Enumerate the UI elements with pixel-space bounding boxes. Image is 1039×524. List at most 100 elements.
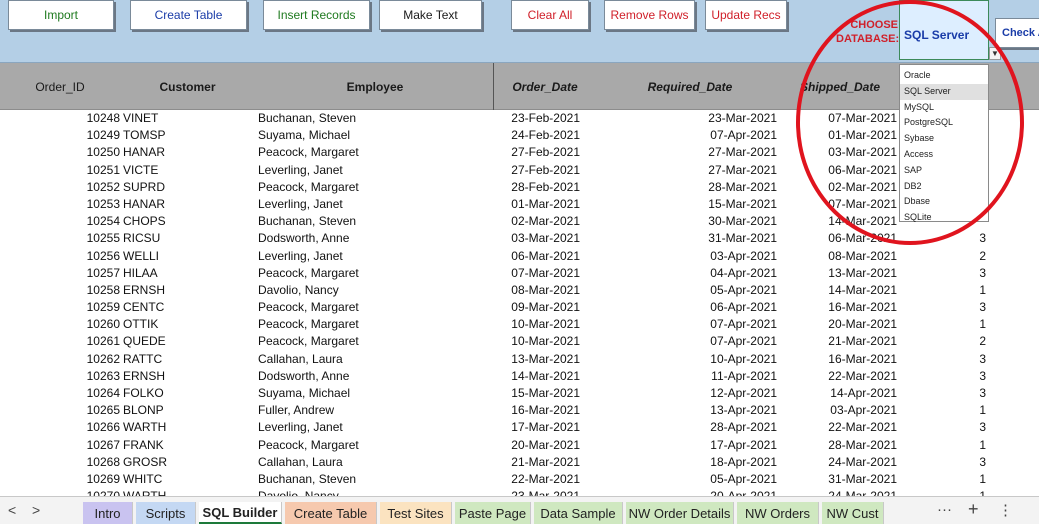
order-id-cell[interactable]: 10266 xyxy=(60,419,120,436)
ship-via-cell[interactable]: 3 xyxy=(940,454,986,471)
order-date-cell[interactable]: 23-Feb-2021 xyxy=(494,110,580,127)
customer-cell[interactable]: OTTIK xyxy=(123,316,203,333)
more-tabs-icon[interactable]: ··· xyxy=(937,501,952,518)
required-date-cell[interactable]: 15-Mar-2021 xyxy=(680,196,777,213)
ship-via-cell[interactable]: 1 xyxy=(940,282,986,299)
db-option[interactable]: Access xyxy=(900,147,988,163)
shipped-date-cell[interactable]: 22-Mar-2021 xyxy=(800,368,897,385)
required-date-cell[interactable]: 12-Apr-2021 xyxy=(680,385,777,402)
shipped-date-cell[interactable]: 13-Mar-2021 xyxy=(800,265,897,282)
ship-via-cell[interactable]: 3 xyxy=(940,419,986,436)
tab-scroll-right-icon[interactable]: > xyxy=(32,502,40,518)
employee-cell[interactable]: Buchanan, Steven xyxy=(258,471,458,488)
order-id-cell[interactable]: 10252 xyxy=(60,179,120,196)
employee-cell[interactable]: Peacock, Margaret xyxy=(258,437,458,454)
employee-cell[interactable]: Peacock, Margaret xyxy=(258,299,458,316)
order-date-cell[interactable]: 02-Mar-2021 xyxy=(494,213,580,230)
customer-cell[interactable]: WARTH xyxy=(123,419,203,436)
db-option[interactable]: SQLite xyxy=(900,210,988,226)
employee-cell[interactable]: Peacock, Margaret xyxy=(258,265,458,282)
shipped-date-cell[interactable]: 21-Mar-2021 xyxy=(800,333,897,350)
order-id-cell[interactable]: 10267 xyxy=(60,437,120,454)
required-date-cell[interactable]: 28-Mar-2021 xyxy=(680,179,777,196)
sheet-menu-icon[interactable]: ⋮ xyxy=(998,501,1013,519)
customer-cell[interactable]: WELLI xyxy=(123,248,203,265)
customer-cell[interactable]: CHOPS xyxy=(123,213,203,230)
ship-via-cell[interactable]: 2 xyxy=(940,248,986,265)
order-id-cell[interactable]: 10268 xyxy=(60,454,120,471)
sheet-tab[interactable]: Data Sample xyxy=(534,502,623,524)
dropdown-arrow-icon[interactable]: ▼ xyxy=(989,47,1001,60)
required-date-cell[interactable]: 05-Apr-2021 xyxy=(680,282,777,299)
shipped-date-cell[interactable]: 22-Mar-2021 xyxy=(800,419,897,436)
ship-via-cell[interactable]: 1 xyxy=(940,437,986,454)
employee-cell[interactable]: Peacock, Margaret xyxy=(258,144,458,161)
required-date-cell[interactable]: 03-Apr-2021 xyxy=(680,248,777,265)
shipped-date-cell[interactable]: 03-Apr-2021 xyxy=(800,402,897,419)
ship-via-cell[interactable]: 2 xyxy=(940,333,986,350)
order-date-cell[interactable]: 28-Feb-2021 xyxy=(494,179,580,196)
create-table-button[interactable]: Create Table xyxy=(130,0,247,30)
header-order-date[interactable]: Order_Date xyxy=(500,63,590,110)
employee-cell[interactable]: Peacock, Margaret xyxy=(258,179,458,196)
shipped-date-cell[interactable]: 16-Mar-2021 xyxy=(800,299,897,316)
employee-cell[interactable]: Leverling, Janet xyxy=(258,248,458,265)
sheet-tab[interactable]: Create Table xyxy=(285,502,377,524)
update-recs-button[interactable]: Update Recs xyxy=(705,0,787,30)
order-date-cell[interactable]: 16-Mar-2021 xyxy=(494,402,580,419)
customer-cell[interactable]: WHITC xyxy=(123,471,203,488)
employee-cell[interactable]: Peacock, Margaret xyxy=(258,333,458,350)
required-date-cell[interactable]: 07-Apr-2021 xyxy=(680,316,777,333)
order-date-cell[interactable]: 10-Mar-2021 xyxy=(494,316,580,333)
customer-cell[interactable]: ERNSH xyxy=(123,368,203,385)
required-date-cell[interactable]: 11-Apr-2021 xyxy=(680,368,777,385)
required-date-cell[interactable]: 28-Apr-2021 xyxy=(680,419,777,436)
order-date-cell[interactable]: 01-Mar-2021 xyxy=(494,196,580,213)
header-required-date[interactable]: Required_Date xyxy=(635,63,745,110)
customer-cell[interactable]: ERNSH xyxy=(123,282,203,299)
employee-cell[interactable]: Leverling, Janet xyxy=(258,196,458,213)
customer-cell[interactable]: HILAA xyxy=(123,265,203,282)
db-option[interactable]: MySQL xyxy=(900,100,988,116)
customer-cell[interactable]: TOMSP xyxy=(123,127,203,144)
shipped-date-cell[interactable]: 07-Mar-2021 xyxy=(800,110,897,127)
order-date-cell[interactable]: 08-Mar-2021 xyxy=(494,282,580,299)
sheet-tab[interactable]: Intro xyxy=(83,502,133,524)
sheet-tab[interactable]: Paste Page xyxy=(455,502,531,524)
shipped-date-cell[interactable]: 14-Mar-2021 xyxy=(800,213,897,230)
required-date-cell[interactable]: 06-Apr-2021 xyxy=(680,299,777,316)
required-date-cell[interactable]: 27-Mar-2021 xyxy=(680,144,777,161)
employee-cell[interactable]: Suyama, Michael xyxy=(258,127,458,144)
make-text-button[interactable]: Make Text xyxy=(379,0,482,30)
customer-cell[interactable]: FRANK xyxy=(123,437,203,454)
customer-cell[interactable]: VICTE xyxy=(123,162,203,179)
db-option[interactable]: SAP xyxy=(900,163,988,179)
employee-cell[interactable]: Fuller, Andrew xyxy=(258,402,458,419)
sheet-tab[interactable]: SQL Builder xyxy=(199,502,282,524)
employee-cell[interactable]: Davolio, Nancy xyxy=(258,282,458,299)
customer-cell[interactable]: RATTC xyxy=(123,351,203,368)
required-date-cell[interactable]: 13-Apr-2021 xyxy=(680,402,777,419)
order-id-cell[interactable]: 10250 xyxy=(60,144,120,161)
required-date-cell[interactable]: 05-Apr-2021 xyxy=(680,471,777,488)
order-id-cell[interactable]: 10259 xyxy=(60,299,120,316)
customer-cell[interactable]: GROSR xyxy=(123,454,203,471)
header-order-id[interactable]: Order_ID xyxy=(20,63,100,110)
order-date-cell[interactable]: 13-Mar-2021 xyxy=(494,351,580,368)
db-option[interactable]: DB2 xyxy=(900,179,988,195)
employee-cell[interactable]: Suyama, Michael xyxy=(258,385,458,402)
order-date-cell[interactable]: 07-Mar-2021 xyxy=(494,265,580,282)
order-date-cell[interactable]: 09-Mar-2021 xyxy=(494,299,580,316)
clear-all-button[interactable]: Clear All xyxy=(511,0,589,30)
shipped-date-cell[interactable]: 08-Mar-2021 xyxy=(800,248,897,265)
db-option[interactable]: Sybase xyxy=(900,131,988,147)
customer-cell[interactable]: BLONP xyxy=(123,402,203,419)
order-id-cell[interactable]: 10269 xyxy=(60,471,120,488)
sheet-tab[interactable]: NW Orders xyxy=(737,502,819,524)
order-date-cell[interactable]: 03-Mar-2021 xyxy=(494,230,580,247)
ship-via-cell[interactable]: 1 xyxy=(940,402,986,419)
order-id-cell[interactable]: 10265 xyxy=(60,402,120,419)
order-id-cell[interactable]: 10261 xyxy=(60,333,120,350)
shipped-date-cell[interactable]: 16-Mar-2021 xyxy=(800,351,897,368)
employee-cell[interactable]: Buchanan, Steven xyxy=(258,213,458,230)
